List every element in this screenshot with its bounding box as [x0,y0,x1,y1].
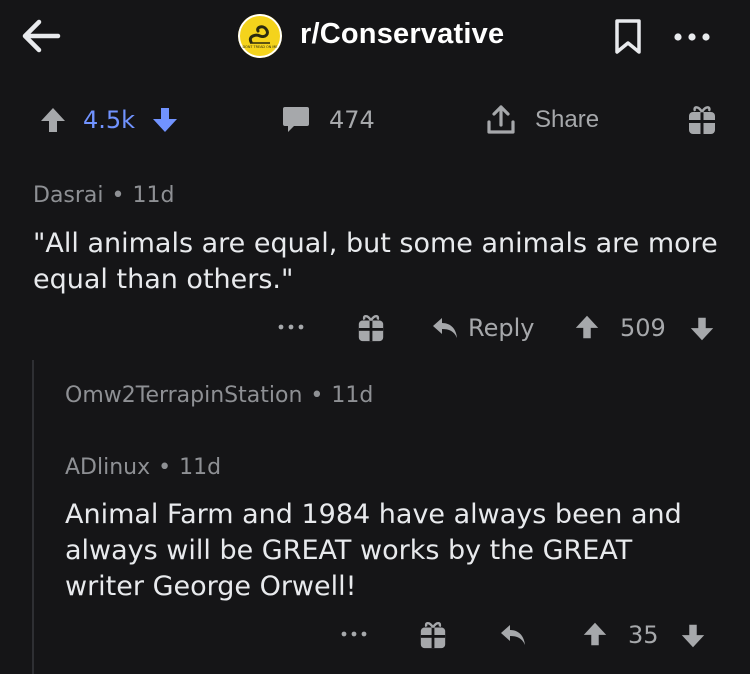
post-upvote-button[interactable] [38,105,68,135]
share-label[interactable]: Share [535,106,599,134]
save-button[interactable] [613,18,643,56]
comment-downvote-button[interactable] [688,315,716,343]
comment-score: 35 [628,621,659,649]
reply-icon [433,318,457,338]
bookmark-icon [615,19,641,54]
award-icon [420,622,446,649]
downvote-icon [681,624,705,648]
reply-icon [501,625,525,645]
comment-score: 509 [620,314,666,342]
more-icon [341,631,367,637]
comment-award-button[interactable] [356,311,386,345]
downvote-icon [690,317,714,341]
comment-meta: Dasrai • 11d [33,183,175,208]
more-options-button[interactable] [670,22,714,52]
comment-age: 11d [331,383,374,408]
comment-downvote-button[interactable] [679,622,707,650]
more-icon [278,324,304,330]
comment-upvote-button[interactable] [581,620,609,648]
logo-lettering: DONT TREAD ON ME [243,45,278,49]
comment-more-button[interactable] [340,627,368,641]
reply-label[interactable]: Reply [468,314,534,342]
share-button[interactable] [484,103,518,137]
more-icon [674,33,710,41]
back-button[interactable] [20,16,62,56]
upvote-icon [583,622,607,646]
back-arrow-icon [22,19,61,53]
award-icon [689,106,715,134]
collapsed-comment-meta[interactable]: Omw2TerrapinStation • 11d [65,383,373,408]
comment-body: Animal Farm and 1984 have always been an… [65,499,682,602]
share-icon [487,105,515,134]
comment-age: 11d [179,455,222,480]
comment-age: 11d [132,183,175,208]
post-downvote-button[interactable] [150,105,180,135]
downvote-icon [153,108,177,132]
upvote-icon [41,108,65,132]
comments-button[interactable] [281,104,311,136]
comment-author[interactable]: Dasrai [33,183,104,208]
subreddit-logo[interactable]: DONT TREAD ON ME [238,14,282,58]
upvote-icon [575,315,599,339]
award-icon [358,315,384,342]
reply-button[interactable] [498,622,528,648]
comment-count: 474 [329,106,375,134]
comment-author[interactable]: Omw2TerrapinStation [65,383,302,408]
comment-award-button[interactable] [418,618,448,652]
thread-line[interactable] [32,360,34,674]
comment-icon [283,107,309,132]
comment-author[interactable]: ADlinux [65,455,150,480]
comment-more-button[interactable] [277,320,305,334]
comment-meta: ADlinux • 11d [65,455,222,480]
comment-body: "All animals are equal, but some animals… [33,228,718,295]
comment-upvote-button[interactable] [573,313,601,341]
gadsden-snake-icon: DONT TREAD ON ME [238,14,282,58]
subreddit-name[interactable]: r/Conservative [300,18,504,51]
post-score: 4.5k [83,106,136,134]
reply-button[interactable] [430,315,460,341]
post-award-button[interactable] [686,103,718,137]
